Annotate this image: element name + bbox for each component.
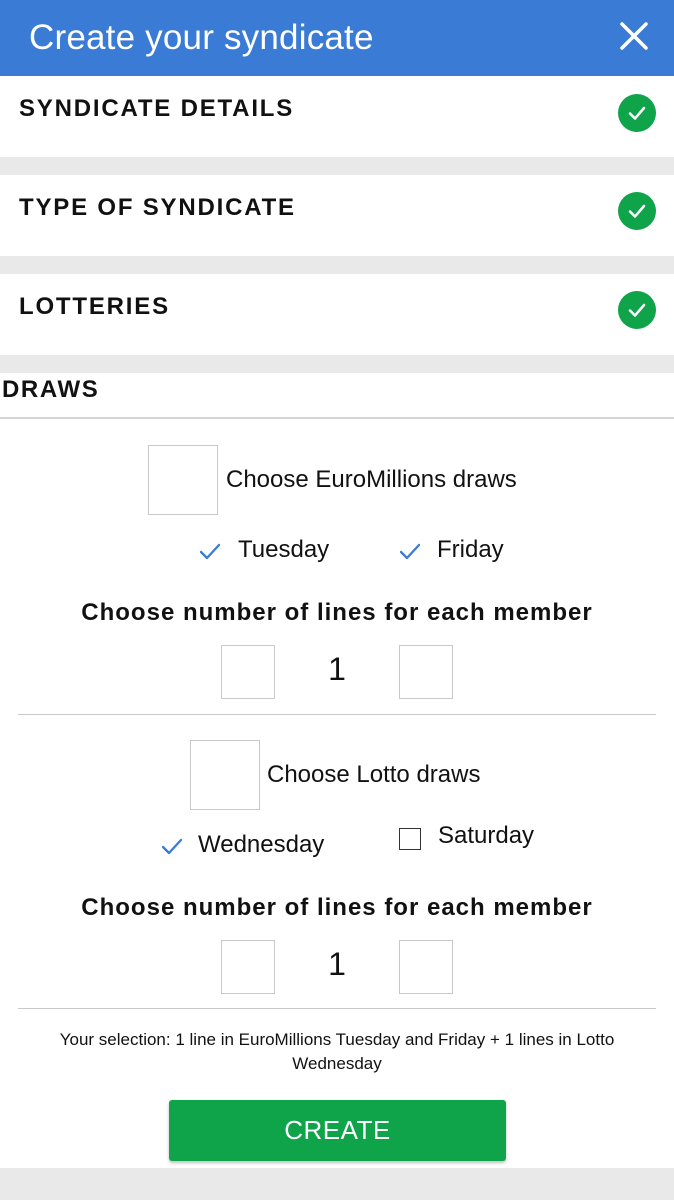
lotto-select-checkbox[interactable] bbox=[190, 740, 260, 810]
draws-section: DRAWS Choose EuroMillions draws Tuesday … bbox=[0, 373, 674, 1168]
section-lotteries[interactable]: LOTTERIES bbox=[0, 274, 674, 355]
euromillions-select-checkbox[interactable] bbox=[148, 445, 218, 515]
close-button[interactable] bbox=[614, 16, 654, 56]
page-title: Create your syndicate bbox=[29, 18, 374, 57]
close-icon[interactable] bbox=[614, 16, 654, 56]
check-icon[interactable] bbox=[160, 836, 184, 856]
lines-value: 1 bbox=[328, 946, 346, 982]
day-label-friday[interactable]: Friday bbox=[437, 536, 504, 564]
divider bbox=[18, 1008, 656, 1009]
lines-value: 1 bbox=[328, 651, 346, 687]
section-title: TYPE OF SYNDICATE bbox=[19, 194, 296, 221]
divider bbox=[18, 714, 656, 715]
complete-check-icon bbox=[618, 291, 656, 329]
create-button[interactable]: CREATE bbox=[169, 1100, 506, 1161]
day-label-wednesday[interactable]: Wednesday bbox=[198, 831, 324, 859]
draws-title: DRAWS bbox=[2, 376, 100, 403]
header-bar: Create your syndicate bbox=[0, 0, 674, 76]
check-icon[interactable] bbox=[398, 541, 422, 561]
section-title: SYNDICATE DETAILS bbox=[19, 95, 295, 122]
check-icon[interactable] bbox=[198, 541, 222, 561]
euromillions-choose-label: Choose EuroMillions draws bbox=[226, 466, 517, 493]
increase-lines-button[interactable] bbox=[399, 940, 453, 994]
lines-heading: Choose number of lines for each member bbox=[81, 894, 593, 921]
divider bbox=[0, 417, 674, 419]
selection-summary: Your selection: 1 line in EuroMillions T… bbox=[59, 1030, 615, 1073]
lotto-choose-label: Choose Lotto draws bbox=[267, 761, 481, 788]
decrease-lines-button[interactable] bbox=[221, 940, 275, 994]
section-type-of-syndicate[interactable]: TYPE OF SYNDICATE bbox=[0, 175, 674, 256]
day-label-saturday[interactable]: Saturday bbox=[438, 822, 534, 850]
complete-check-icon bbox=[618, 94, 656, 132]
lines-heading: Choose number of lines for each member bbox=[81, 599, 593, 626]
saturday-checkbox[interactable] bbox=[399, 828, 421, 850]
complete-check-icon bbox=[618, 192, 656, 230]
section-title: LOTTERIES bbox=[19, 293, 170, 320]
increase-lines-button[interactable] bbox=[399, 645, 453, 699]
decrease-lines-button[interactable] bbox=[221, 645, 275, 699]
section-syndicate-details[interactable]: SYNDICATE DETAILS bbox=[0, 76, 674, 157]
day-label-tuesday[interactable]: Tuesday bbox=[238, 536, 329, 564]
